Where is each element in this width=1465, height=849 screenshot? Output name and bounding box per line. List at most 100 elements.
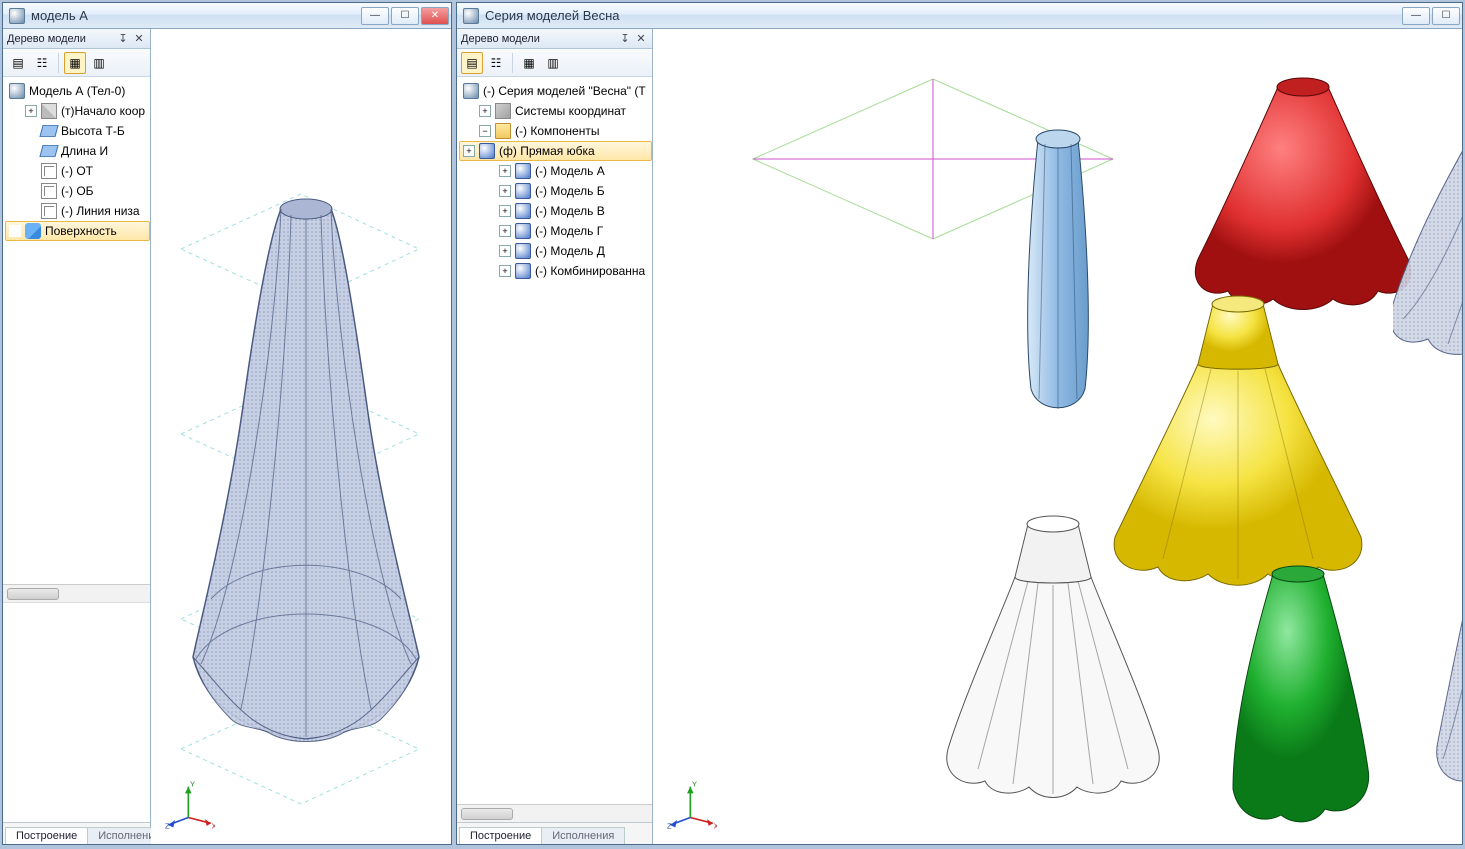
panel-bottom-tabs: Построение Исполнения <box>457 822 652 844</box>
expand-icon[interactable]: + <box>499 165 511 177</box>
expand-icon[interactable]: + <box>499 265 511 277</box>
panel-blank-area <box>3 602 150 822</box>
tree-item-length[interactable]: Длина И <box>5 141 150 161</box>
tab-executions[interactable]: Исполнения <box>541 827 625 844</box>
tree-item-surface[interactable]: Поверхность <box>5 221 150 241</box>
model-skirt-white[interactable] <box>933 499 1173 829</box>
toolbar-btn-3[interactable]: ▦ <box>64 52 86 74</box>
panel-bottom-tabs: Построение Исполнения <box>3 822 150 844</box>
tree-item-height[interactable]: Высота Т-Б <box>5 121 150 141</box>
maximize-button[interactable]: ☐ <box>1432 7 1460 25</box>
origin-icon <box>41 103 57 119</box>
titlebar-left[interactable]: модель А — ☐ ✕ <box>3 3 451 29</box>
panel-title: Дерево модели <box>7 33 86 45</box>
tree-item-origin[interactable]: + (т)Начало коор <box>5 101 150 121</box>
toolbar-btn-2[interactable]: ☷ <box>31 52 53 74</box>
component-icon <box>515 203 531 219</box>
tree-h-scrollbar[interactable] <box>457 804 652 822</box>
component-icon <box>515 163 531 179</box>
tree-comp-model-b[interactable]: + (-) Модель Б <box>459 181 652 201</box>
pin-icon[interactable]: ↧ <box>116 32 130 46</box>
model-skirt-wire-grey[interactable] <box>1393 49 1462 389</box>
coord-system-icon <box>495 103 511 119</box>
tree-comp-model-v[interactable]: + (-) Модель В <box>459 201 652 221</box>
toolbar-btn-1[interactable]: ▤ <box>461 52 483 74</box>
window-title: модель А <box>31 8 361 23</box>
panel-header[interactable]: Дерево модели ↧ ✕ <box>3 29 150 49</box>
panel-toolbar: ▤ ☷ ▦ ▥ <box>457 49 652 77</box>
expand-icon[interactable]: + <box>499 225 511 237</box>
component-icon <box>515 183 531 199</box>
tree-item-coord-systems[interactable]: + Системы координат <box>459 101 652 121</box>
expand-icon[interactable]: + <box>499 205 511 217</box>
window-model-a: модель А — ☐ ✕ Дерево модели ↧ ✕ ▤ ☷ ▦ ▥ <box>2 2 452 845</box>
tree-h-scrollbar[interactable] <box>3 584 150 602</box>
component-icon <box>515 243 531 259</box>
viewport-right[interactable]: X Y Z <box>653 29 1462 844</box>
toolbar-btn-4[interactable]: ▥ <box>542 52 564 74</box>
titlebar-right[interactable]: Серия моделей Весна — ☐ <box>457 3 1462 29</box>
svg-text:Y: Y <box>692 780 697 789</box>
app-icon <box>463 8 479 24</box>
model-skirt-wire-tall[interactable] <box>1413 409 1462 829</box>
close-button[interactable]: ✕ <box>421 7 449 25</box>
svg-text:Z: Z <box>165 821 170 830</box>
svg-text:X: X <box>212 821 215 830</box>
tab-build[interactable]: Построение <box>5 827 88 844</box>
toolbar-btn-4[interactable]: ▥ <box>88 52 110 74</box>
component-icon <box>515 263 531 279</box>
axis-triad: X Y Z <box>165 780 215 830</box>
minimize-button[interactable]: — <box>361 7 389 25</box>
expand-icon[interactable]: + <box>463 145 475 157</box>
plane-icon <box>39 145 58 157</box>
model-tree[interactable]: (-) Серия моделей "Весна" (Т + Системы к… <box>457 77 652 445</box>
component-icon <box>515 223 531 239</box>
model-skirt-wireframe[interactable] <box>171 179 441 759</box>
plane-icon <box>39 125 58 137</box>
tree-item-hemline[interactable]: (-) Линия низа <box>5 201 150 221</box>
tree-root[interactable]: Модель А (Тел-0) <box>5 81 150 101</box>
panel-header[interactable]: Дерево модели ↧ ✕ <box>457 29 652 49</box>
model-tree-panel-left: Дерево модели ↧ ✕ ▤ ☷ ▦ ▥ Модель А (Тел-… <box>3 29 151 844</box>
model-tree[interactable]: Модель А (Тел-0) + (т)Начало коор Высота… <box>3 77 150 584</box>
tree-comp-combined[interactable]: + (-) Комбинированна <box>459 261 652 281</box>
toolbar-btn-3[interactable]: ▦ <box>518 52 540 74</box>
sketch-icon <box>41 203 57 219</box>
app-icon <box>9 8 25 24</box>
toolbar-btn-1[interactable]: ▤ <box>7 52 29 74</box>
tree-root[interactable]: (-) Серия моделей "Весна" (Т <box>459 81 652 101</box>
doc-icon <box>9 83 25 99</box>
maximize-button[interactable]: ☐ <box>391 7 419 25</box>
tab-build[interactable]: Построение <box>459 827 542 844</box>
tree-comp-straight-skirt[interactable]: + (ф) Прямая юбка <box>459 141 652 161</box>
panel-toolbar: ▤ ☷ ▦ ▥ <box>3 49 150 77</box>
svg-text:X: X <box>714 821 717 830</box>
expand-icon[interactable]: + <box>479 105 491 117</box>
tree-item-ob[interactable]: (-) ОБ <box>5 181 150 201</box>
tree-comp-model-g[interactable]: + (-) Модель Г <box>459 221 652 241</box>
components-icon <box>495 123 511 139</box>
expand-icon[interactable]: + <box>25 105 37 117</box>
expand-icon[interactable]: + <box>499 245 511 257</box>
panel-title: Дерево модели <box>461 33 540 45</box>
expand-icon[interactable]: + <box>499 185 511 197</box>
viewport-left[interactable]: X Y Z <box>151 29 451 844</box>
toolbar-btn-2[interactable]: ☷ <box>485 52 507 74</box>
surface-icon <box>25 223 41 239</box>
collapse-icon[interactable]: − <box>479 125 491 137</box>
tree-comp-model-d[interactable]: + (-) Модель Д <box>459 241 652 261</box>
tree-item-ot[interactable]: (-) ОТ <box>5 161 150 181</box>
panel-close-icon[interactable]: ✕ <box>132 32 146 46</box>
sketch-icon <box>41 163 57 179</box>
pin-icon[interactable]: ↧ <box>618 32 632 46</box>
tree-item-components[interactable]: − (-) Компоненты <box>459 121 652 141</box>
minimize-button[interactable]: — <box>1402 7 1430 25</box>
panel-close-icon[interactable]: ✕ <box>634 32 648 46</box>
svg-text:Z: Z <box>667 821 672 830</box>
model-skirt-green[interactable] <box>1193 549 1403 844</box>
doc-icon <box>463 83 479 99</box>
tree-comp-model-a[interactable]: + (-) Модель А <box>459 161 652 181</box>
svg-text:Y: Y <box>190 780 195 789</box>
window-series-spring: Серия моделей Весна — ☐ Дерево модели ↧ … <box>456 2 1463 845</box>
window-title: Серия моделей Весна <box>485 8 1402 23</box>
